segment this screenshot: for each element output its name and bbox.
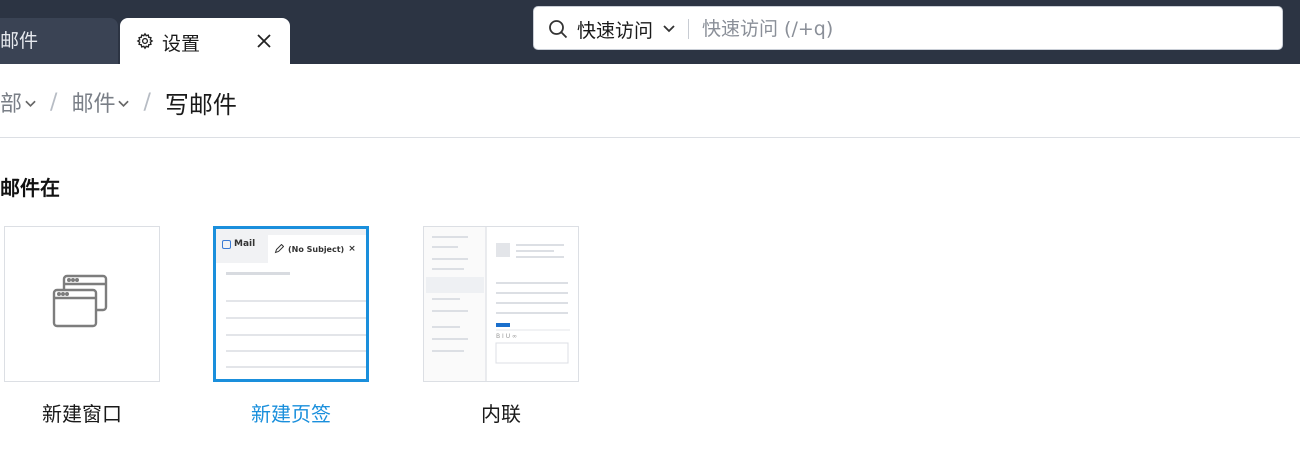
breadcrumb-item-label: 邮件	[71, 92, 116, 117]
preview-line	[226, 350, 366, 352]
preview-line	[226, 366, 366, 368]
search-icon	[549, 20, 568, 39]
tab-mail[interactable]: 邮件	[0, 18, 118, 64]
gear-icon	[136, 32, 154, 50]
preview-subject-label: (No Subject)	[288, 244, 345, 254]
option-inline[interactable]: B I U ∞ 内联	[423, 226, 579, 426]
format-toolbar: B I U ∞	[496, 333, 517, 340]
option-new-window[interactable]: 新建窗口	[4, 226, 160, 426]
tab-mail-label: 邮件	[0, 30, 39, 52]
breadcrumb-separator: /	[50, 89, 58, 115]
header-divider	[0, 137, 1300, 138]
close-icon: ×	[348, 244, 356, 254]
breadcrumb-item-mail[interactable]: 邮件	[71, 86, 130, 118]
preview-line	[226, 300, 366, 302]
option-thumbnail: Mail (No Subject) ×	[213, 226, 369, 382]
option-label: 新建窗口	[42, 402, 122, 426]
option-label: 新建页签	[251, 402, 331, 426]
breadcrumb-separator: /	[143, 89, 151, 115]
preview-line	[226, 334, 366, 336]
chevron-down-icon	[25, 100, 36, 108]
chevron-down-icon[interactable]	[663, 25, 675, 33]
section-title: 邮件在	[0, 176, 60, 200]
breadcrumb-item-all[interactable]: 部	[0, 86, 36, 118]
quick-access-search[interactable]: 快速访问	[533, 6, 1283, 50]
tab-settings-label: 设置	[162, 33, 201, 55]
tab-settings[interactable]: 设置	[120, 18, 290, 64]
chevron-down-icon	[118, 100, 130, 108]
preview-mail-tab: Mail	[222, 239, 255, 249]
preview-tabbar: Mail (No Subject) ×	[216, 229, 366, 263]
option-label: 内联	[481, 402, 521, 426]
close-icon[interactable]	[254, 31, 274, 51]
inline-preview-graphic: B I U ∞	[424, 227, 570, 381]
mail-icon	[222, 239, 231, 249]
option-thumbnail: B I U ∞	[423, 226, 579, 382]
pencil-icon	[274, 244, 284, 254]
preview-subject-tab: (No Subject) ×	[268, 235, 366, 263]
new-window-icon	[52, 274, 108, 328]
search-input[interactable]	[702, 14, 1262, 44]
top-bar: 邮件 设置 快速访问	[0, 0, 1300, 64]
preview-line	[226, 317, 366, 319]
search-scope-selector[interactable]: 快速访问	[577, 16, 653, 43]
preview-line	[226, 272, 290, 275]
preview-mail-label: Mail	[234, 239, 256, 249]
option-new-tab[interactable]: Mail (No Subject) × 新建页签	[213, 226, 369, 426]
option-thumbnail	[4, 226, 160, 382]
search-separator	[688, 19, 689, 39]
breadcrumb: 部 / 邮件 / 写邮件	[0, 84, 237, 120]
page-title: 写邮件	[164, 90, 237, 119]
breadcrumb-item-label: 部	[0, 92, 23, 117]
